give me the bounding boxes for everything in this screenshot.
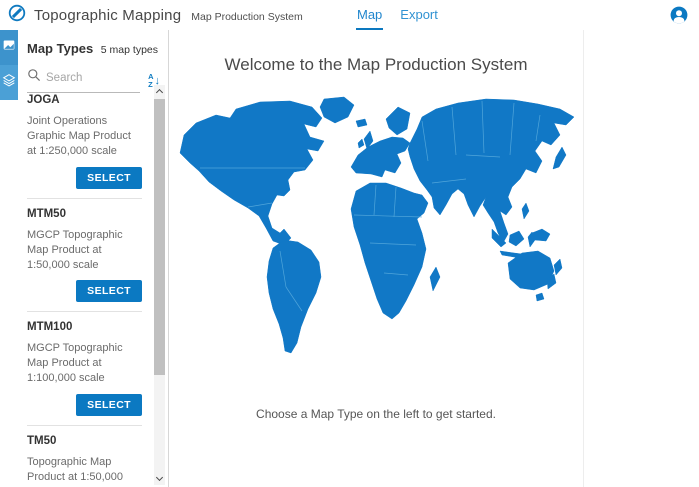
tab-export[interactable]: Export [399, 0, 439, 30]
user-avatar-icon[interactable] [670, 6, 688, 24]
select-button[interactable]: SELECT [76, 394, 142, 416]
sidebar-title: Map Types [27, 41, 93, 56]
layers-icon [1, 72, 17, 93]
map-types-tool[interactable] [0, 30, 18, 65]
sidebar-panel: Map Types 5 map types AZ ↓ JOGA [18, 30, 169, 487]
map-type-item: MTM100 MGCP Topographic Map Product at 1… [27, 321, 142, 416]
list-divider [27, 425, 142, 426]
app-subtitle: Map Production System [191, 11, 302, 23]
tab-map[interactable]: Map [356, 0, 383, 30]
map-type-name: MTM100 [27, 321, 142, 333]
map-type-count: 5 map types [101, 44, 158, 56]
layers-tool[interactable] [0, 65, 18, 100]
map-type-name: JOGA [27, 94, 142, 106]
select-button[interactable]: SELECT [76, 280, 142, 302]
app-window: Topographic Mapping Map Production Syste… [0, 0, 699, 487]
sidebar-scrollbar[interactable] [154, 85, 165, 485]
world-map [169, 91, 583, 391]
map-type-description: MGCP Topographic Map Product at 1:50,000… [27, 228, 142, 274]
scroll-up-icon[interactable] [154, 85, 165, 97]
select-button[interactable]: SELECT [76, 167, 142, 189]
tool-strip [0, 30, 18, 100]
scrollbar-thumb[interactable] [154, 99, 165, 375]
map-type-description: Topographic Map Product at 1:50,000 scal… [27, 455, 142, 487]
main-content: Welcome to the Map Production System [169, 30, 584, 487]
brand: Topographic Mapping Map Production Syste… [8, 0, 303, 30]
map-type-description: Joint Operations Graphic Map Product at … [27, 114, 142, 160]
map-type-name: MTM50 [27, 208, 142, 220]
map-type-item: MTM50 MGCP Topographic Map Product at 1:… [27, 208, 142, 303]
app-title: Topographic Mapping [34, 7, 181, 24]
map-tool-icon [1, 37, 17, 58]
list-divider [27, 311, 142, 312]
map-type-item: TM50 Topographic Map Product at 1:50,000… [27, 435, 142, 487]
search-input[interactable] [46, 72, 118, 84]
globe-logo-icon [8, 4, 26, 27]
scroll-down-icon[interactable] [154, 473, 165, 485]
map-type-name: TM50 [27, 435, 142, 447]
map-type-list: JOGA Joint Operations Graphic Map Produc… [27, 85, 142, 487]
instruction-text: Choose a Map Type on the left to get sta… [169, 407, 583, 421]
header-tabs: Map Export [356, 0, 439, 30]
app-header: Topographic Mapping Map Production Syste… [0, 0, 699, 30]
map-type-item: JOGA Joint Operations Graphic Map Produc… [27, 94, 142, 189]
map-type-description: MGCP Topographic Map Product at 1:100,00… [27, 341, 142, 387]
list-divider [27, 198, 142, 199]
welcome-title: Welcome to the Map Production System [169, 55, 583, 75]
